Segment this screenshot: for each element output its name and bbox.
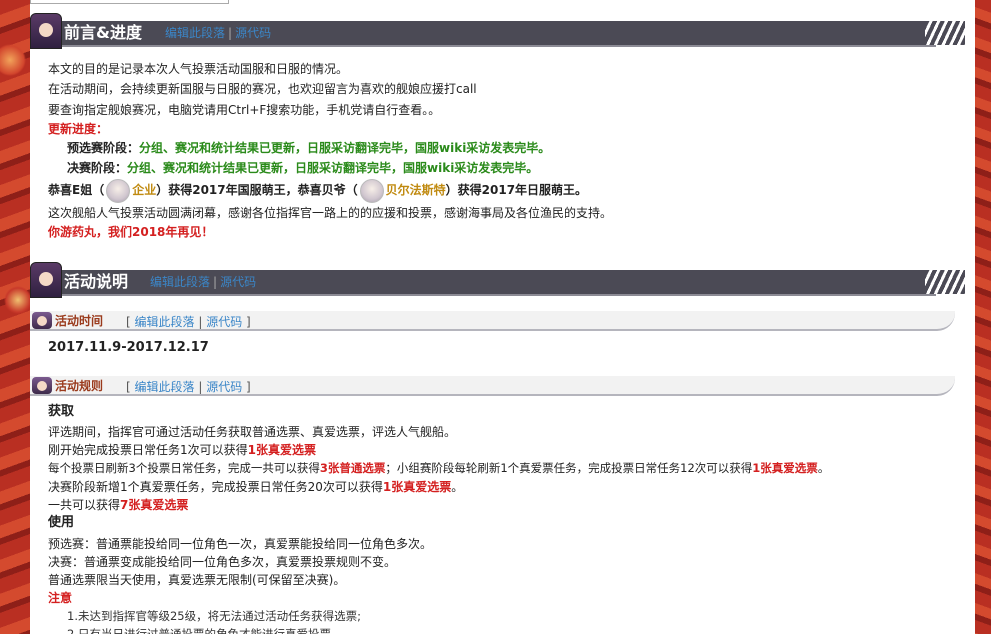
section-links: 编辑此段落 | 源代码	[150, 275, 257, 289]
rule-line-2: 刚开始完成投票日常任务1次可以获得1张真爱选票	[48, 443, 316, 457]
source-code-link[interactable]: 源代码	[206, 315, 242, 329]
right-background-art	[975, 0, 991, 634]
use-title: 使用	[48, 515, 75, 530]
intro-line-1: 本文的目的是记录本次人气投票活动国服和日服的情况。	[48, 62, 349, 76]
enterprise-avatar-icon	[106, 178, 131, 203]
intro-line-3: 要查询指定舰娘赛况，电脑党请用Ctrl+F搜索功能，手机党请自行查看。。	[48, 103, 441, 117]
congrats-line: 恭喜E姐（ 企业）获得2017年国服萌王，恭喜贝爷（ 贝尔法斯特）获得2017年日服…	[48, 178, 587, 203]
farewell-line: 你游药丸，我们2018年再见！	[48, 225, 214, 239]
edit-section-link[interactable]: 编辑此段落	[150, 275, 210, 289]
chibi-icon	[32, 312, 52, 329]
source-code-link[interactable]: 源代码	[235, 26, 271, 40]
get-title: 获取	[48, 404, 75, 419]
use-line-1: 预选赛：普通票能投给同一位角色一次，真爱票能投给同一位角色多次。	[48, 537, 433, 551]
intro-line-2: 在活动期间，会持续更新国服与日服的赛况，也欢迎留言为喜欢的舰娘应援打call	[48, 82, 477, 96]
source-code-link[interactable]: 源代码	[206, 380, 242, 394]
header-stripes	[925, 270, 965, 294]
section-links: 编辑此段落 | 源代码	[165, 26, 272, 40]
header-stripes	[925, 21, 965, 45]
section-title: 活动说明	[64, 272, 129, 291]
belfast-avatar-icon	[359, 178, 384, 203]
note-line-2: 2.只有当日进行过普通投票的角色才能进行真爱投票。	[67, 627, 343, 634]
section-title: 前言&进度	[64, 23, 142, 42]
edit-section-link[interactable]: 编辑此段落	[135, 380, 195, 394]
subsection-links: [ 编辑此段落 | 源代码 ]	[126, 380, 251, 394]
section-header-preface: 前言&进度 编辑此段落 | 源代码	[30, 13, 965, 49]
rule-line-1: 评选期间，指挥官可通过活动任务获取普通选票、真爱选票，评选人气舰船。	[48, 425, 457, 439]
avatar-icon	[30, 262, 62, 298]
progress-preliminary: 预选赛阶段：分组、赛况和统计结果已更新，日服采访翻译完毕，国服wiki采访发表完…	[67, 141, 551, 155]
subsection-header-rules: 活动规则 [ 编辑此段落 | 源代码 ]	[30, 376, 965, 396]
event-dates: 2017.11.9-2017.12.17	[48, 340, 209, 355]
left-background-art	[0, 0, 30, 634]
article-content: 前言&进度 编辑此段落 | 源代码 本文的目的是记录本次人气投票活动国服和日服的情况…	[30, 0, 975, 634]
subsection-header-time: 活动时间 [ 编辑此段落 | 源代码 ]	[30, 311, 965, 331]
section-header-rules: 活动说明 编辑此段落 | 源代码	[30, 262, 965, 298]
rule-line-5: 一共可以获得7张真爱选票	[48, 498, 189, 512]
edit-section-link[interactable]: 编辑此段落	[135, 315, 195, 329]
subsection-title: 活动规则	[55, 379, 104, 393]
subsection-title: 活动时间	[55, 314, 104, 328]
rule-line-3: 每个投票日刷新3个投票日常任务，完成一共可以获得3张普通选票；小组赛阶段每轮刷新…	[48, 461, 830, 475]
char-link-enterprise[interactable]: 企业	[132, 183, 156, 197]
rule-line-4: 决赛阶段新增1个真爱票任务，完成投票日常任务20次可以获得1张真爱选票。	[48, 480, 464, 494]
avatar-icon	[30, 13, 62, 49]
thanks-line: 这次舰船人气投票活动圆满闭幕，感谢各位指挥官一路上的的应援和投票，感谢海事局及各…	[48, 206, 613, 220]
chibi-icon	[32, 377, 52, 394]
source-code-link[interactable]: 源代码	[220, 275, 256, 289]
use-line-3: 普通选票限当天使用，真爱选票无限制(可保留至决赛)。	[48, 573, 346, 587]
note-line-1: 1.未达到指挥官等级25级，将无法通过活动任务获得选票;	[67, 609, 361, 623]
use-line-2: 决赛：普通票变成能投给同一位角色多次，真爱票投票规则不变。	[48, 555, 397, 569]
search-input[interactable]	[30, 0, 229, 4]
progress-label: 更新进度：	[48, 122, 109, 136]
note-title: 注意	[48, 591, 73, 605]
subsection-links: [ 编辑此段落 | 源代码 ]	[126, 315, 251, 329]
progress-final: 决赛阶段：分组、赛况和统计结果已更新，日服采访翻译完毕，国服wiki采访发表完毕…	[67, 161, 539, 175]
char-link-belfast[interactable]: 贝尔法斯特	[386, 183, 446, 197]
edit-section-link[interactable]: 编辑此段落	[165, 26, 225, 40]
